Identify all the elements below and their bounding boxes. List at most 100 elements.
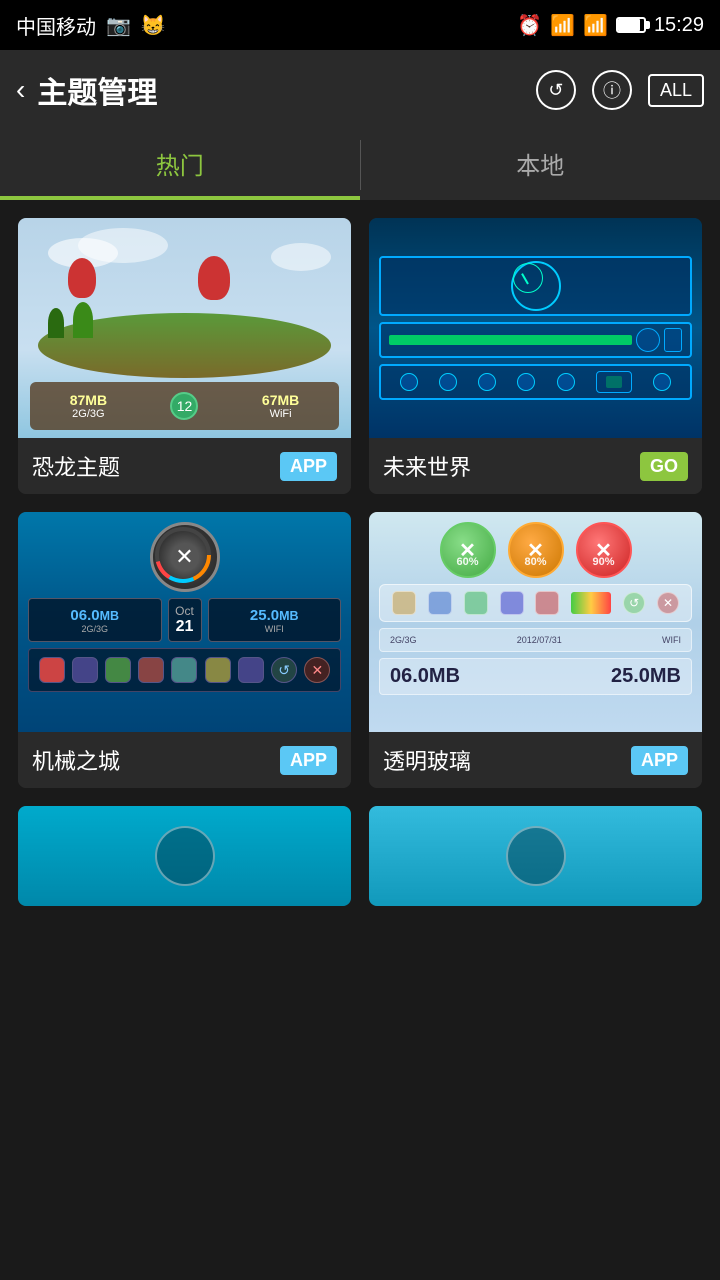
future-widget-mid <box>379 322 692 358</box>
glass-app-4 <box>500 591 524 615</box>
mech-app-4 <box>138 657 164 683</box>
mech-app-6 <box>205 657 231 683</box>
glass-pct-green: 60% <box>456 556 478 568</box>
page-title: 主题管理 <box>37 68 157 112</box>
glass-refresh: ↺ <box>623 592 645 614</box>
tab-local[interactable]: 本地 <box>361 130 720 200</box>
theme-thumbnail-teal-left <box>18 806 351 906</box>
glass-ball-green: ✕ 60% <box>440 522 496 578</box>
theme-footer-mech: 机械之城 APP <box>18 732 351 788</box>
info-button[interactable]: ⓘ <box>592 70 632 110</box>
theme-badge-mech: APP <box>280 746 337 775</box>
reset-button[interactable]: ↺ <box>536 70 576 110</box>
mech-wifi-box: 25.0MB WIFI <box>208 598 342 642</box>
glass-close: ✕ <box>657 592 679 614</box>
alarm-icon: ⏰ <box>517 13 542 38</box>
glass-app-3 <box>464 591 488 615</box>
theme-footer-glass: 透明玻璃 APP <box>369 732 702 788</box>
theme-grid: 87MB 2G/3G 12 67MB WiFi 恐龙主题 APP <box>0 200 720 1280</box>
glass-apps-row: ↺ ✕ <box>379 584 692 622</box>
theme-thumbnail-mech: ✕ 06.0MB 2G/3G Oct21 25.0MB WIFI <box>18 512 351 732</box>
glass-ball-orange: ✕ 80% <box>508 522 564 578</box>
glass-wifi-lbl: WIFI <box>662 635 681 645</box>
theme-name-future: 未来世界 <box>383 450 471 482</box>
status-left: 中国移动 📷 😸 <box>16 11 166 40</box>
title-bar: ‹ 主题管理 ↺ ⓘ ALL <box>0 50 720 130</box>
theme-card-glass[interactable]: ✕ 60% ✕ 80% ✕ 90% ↺ ✕ <box>369 512 702 788</box>
glass-val1-item: 06.0MB <box>390 665 460 688</box>
glass-2g-item: 2G/3G <box>390 635 417 645</box>
theme-thumbnail-teal-right <box>369 806 702 906</box>
mech-2g-val: 06.0MB <box>70 607 119 624</box>
glass-pct-orange: 80% <box>524 556 546 568</box>
mech-app-3 <box>105 657 131 683</box>
glass-balls: ✕ 60% ✕ 80% ✕ 90% <box>440 522 632 578</box>
back-button[interactable]: ‹ <box>16 74 25 106</box>
theme-card-bottom-left[interactable] <box>18 806 351 906</box>
dino-2g-widget: 87MB 2G/3G <box>70 392 107 420</box>
theme-thumbnail-dinosaur: 87MB 2G/3G 12 67MB WiFi <box>18 218 351 438</box>
theme-name-mech: 机械之城 <box>32 744 120 776</box>
theme-card-future[interactable]: 未来世界 GO <box>369 218 702 494</box>
glass-val2-item: 25.0MB <box>611 665 681 688</box>
theme-thumbnail-glass: ✕ 60% ✕ 80% ✕ 90% ↺ ✕ <box>369 512 702 732</box>
glass-wifi-item: WIFI <box>662 635 681 645</box>
teal-circle-right <box>506 826 566 886</box>
chat-icon: 😸 <box>141 13 166 38</box>
signal-icon: 📶 <box>583 13 608 38</box>
future-widget-top <box>379 256 692 316</box>
future-widget-bot <box>379 364 692 400</box>
glass-2g-lbl: 2G/3G <box>390 635 417 645</box>
tab-bar: 热门 本地 <box>0 130 720 200</box>
glass-pct-red: 90% <box>592 556 614 568</box>
mech-app-5 <box>171 657 197 683</box>
glass-ball-red: ✕ 90% <box>576 522 632 578</box>
mech-close: ✕ <box>304 657 330 683</box>
carrier-label: 中国移动 <box>16 11 96 40</box>
dino-widget: 87MB 2G/3G 12 67MB WiFi <box>30 382 339 430</box>
all-button[interactable]: ALL <box>648 74 704 107</box>
future-clock <box>511 261 561 311</box>
mech-2g-box: 06.0MB 2G/3G <box>28 598 162 642</box>
theme-badge-glass: APP <box>631 746 688 775</box>
mech-wifi-lbl: WIFI <box>265 624 284 634</box>
wifi-icon: 📶 <box>550 13 575 38</box>
dino-wifi-widget: 67MB WiFi <box>262 392 299 420</box>
glass-app-5 <box>535 591 559 615</box>
battery-icon <box>616 17 646 33</box>
mech-wifi-val: 25.0MB <box>250 607 299 624</box>
glass-values-row: 06.0MB 25.0MB <box>379 658 692 695</box>
theme-card-mech[interactable]: ✕ 06.0MB 2G/3G Oct21 25.0MB WIFI <box>18 512 351 788</box>
glass-val1: 06.0MB <box>390 665 460 688</box>
theme-footer-dinosaur: 恐龙主题 APP <box>18 438 351 494</box>
theme-footer-future: 未来世界 GO <box>369 438 702 494</box>
mech-clock: ✕ <box>150 522 220 592</box>
theme-thumbnail-future <box>369 218 702 438</box>
theme-card-bottom-right[interactable] <box>369 806 702 906</box>
theme-name-dinosaur: 恐龙主题 <box>32 450 120 482</box>
mech-refresh: ↺ <box>271 657 297 683</box>
glass-val2: 25.0MB <box>611 665 681 688</box>
mech-2g-lbl: 2G/3G <box>81 624 108 634</box>
mech-app-1 <box>39 657 65 683</box>
photo-icon: 📷 <box>106 13 131 38</box>
tab-hot[interactable]: 热门 <box>0 130 360 200</box>
theme-badge-dinosaur: APP <box>280 452 337 481</box>
glass-app-1 <box>392 591 416 615</box>
theme-card-dinosaur[interactable]: 87MB 2G/3G 12 67MB WiFi 恐龙主题 APP <box>18 218 351 494</box>
glass-data-row: 2G/3G 2012/07/31 WIFI <box>379 628 692 652</box>
tab-local-label: 本地 <box>516 146 564 181</box>
glass-date-item: 2012/07/31 <box>517 635 562 645</box>
title-left: ‹ 主题管理 <box>16 68 157 112</box>
mech-app-7 <box>238 657 264 683</box>
title-actions: ↺ ⓘ ALL <box>536 70 704 110</box>
mech-apps-row: ↺ ✕ <box>28 648 341 692</box>
mech-app-2 <box>72 657 98 683</box>
theme-badge-future: GO <box>640 452 688 481</box>
status-right: ⏰ 📶 📶 15:29 <box>517 13 704 38</box>
theme-name-glass: 透明玻璃 <box>383 744 471 776</box>
time-label: 15:29 <box>654 14 704 37</box>
mech-data-row: 06.0MB 2G/3G Oct21 25.0MB WIFI <box>28 598 341 642</box>
glass-date-lbl: 2012/07/31 <box>517 635 562 645</box>
teal-circle-left <box>155 826 215 886</box>
